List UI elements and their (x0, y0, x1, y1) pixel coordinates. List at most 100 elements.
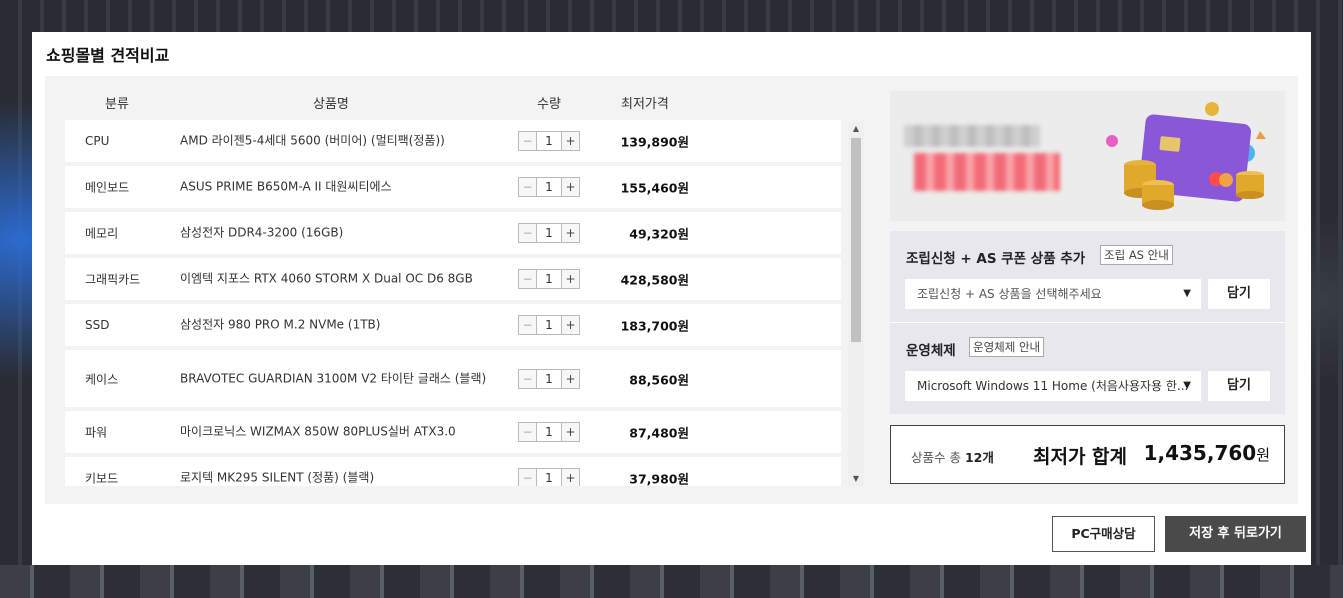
row-product-name[interactable]: 마이크로닉스 WIZMAX 850W 80PLUS실버 ATX3.0 (180, 424, 490, 441)
quantity-value[interactable]: 1 (537, 178, 561, 196)
scroll-down-arrow-icon[interactable]: ▼ (848, 472, 864, 486)
decrease-button[interactable]: − (519, 369, 537, 388)
increase-button[interactable]: + (561, 224, 579, 242)
os-info-badge[interactable]: 운영체제 안내 (969, 337, 1045, 357)
quantity-value[interactable]: 1 (537, 469, 561, 486)
quantity-value[interactable]: 1 (537, 224, 561, 242)
decrease-button[interactable]: − (519, 316, 537, 334)
quantity-stepper: −1 + (518, 177, 580, 197)
option-divider (890, 322, 1285, 323)
decrease-button[interactable]: − (519, 270, 537, 288)
os-select-value: Microsoft Windows 11 Home (처음사용자용 한... (917, 379, 1189, 393)
assembly-info-badge[interactable]: 조립 AS 안내 (1100, 245, 1173, 265)
col-price: 최저가격 (621, 97, 669, 112)
increase-button[interactable]: + (561, 270, 579, 288)
increase-button[interactable]: + (561, 316, 579, 334)
row-product-name[interactable]: 로지텍 MK295 SILENT (정품) (블랙) (180, 470, 490, 487)
list-scrollbar[interactable]: ▲ ▼ (848, 122, 864, 486)
total-summary: 상품수 총 12개 최저가 합계 1,435,760원 (890, 425, 1285, 484)
total-label: 최저가 합계 (1033, 446, 1128, 468)
decrease-button[interactable]: − (519, 224, 537, 242)
row-product-name[interactable]: ASUS PRIME B650M-A II 대원씨티에스 (180, 179, 490, 196)
row-product-name[interactable]: AMD 라이젠5-4세대 5600 (버미어) (멀티팩(정품)) (180, 133, 490, 150)
row-price: 428,580원 (620, 272, 689, 288)
increase-button[interactable]: + (561, 178, 579, 196)
total-sum-value: 1,435,760 (1143, 441, 1257, 465)
option-box: 조립신청 + AS 쿠폰 상품 추가 조립 AS 안내 조립신청 + AS 상품… (890, 231, 1285, 414)
content-panel: 분류 상품명 수량 최저가격 CPU AMD 라이젠5-4세대 5600 (버미어… (45, 76, 1298, 504)
row-price: 49,320원 (629, 226, 689, 242)
row-price: 37,980원 (629, 471, 689, 487)
row-product-name[interactable]: BRAVOTEC GUARDIAN 3100M V2 타이탄 글래스 (블랙) (180, 370, 490, 387)
credit-card-coins-icon (1106, 102, 1266, 210)
decrease-button[interactable]: − (519, 423, 537, 441)
table-row: 키보드 로지텍 MK295 SILENT (정품) (블랙) −1 +37,980원 (65, 457, 841, 486)
assembly-title: 조립신청 + AS 쿠폰 상품 추가 (906, 251, 1086, 267)
quantity-value[interactable]: 1 (537, 370, 561, 388)
row-price: 183,700원 (620, 318, 689, 334)
row-price: 88,560원 (629, 372, 689, 387)
table-row: 케이스 BRAVOTEC GUARDIAN 3100M V2 타이탄 글래스 (블… (65, 350, 841, 407)
scroll-up-arrow-icon[interactable]: ▲ (848, 122, 864, 136)
dropdown-arrow-icon: ▼ (1183, 380, 1191, 391)
os-add-button[interactable]: 담기 (1208, 371, 1270, 401)
row-price: 139,890원 (620, 134, 689, 150)
increase-button[interactable]: + (561, 423, 579, 441)
row-category: 그래픽카드 (85, 272, 141, 287)
quantity-value[interactable]: 1 (537, 270, 561, 288)
col-category: 분류 (105, 97, 129, 112)
quantity-value[interactable]: 1 (537, 423, 561, 441)
row-category: SSD (85, 318, 110, 332)
quote-compare-modal: 쇼핑몰별 견적비교 분류 상품명 수량 최저가격 CPU AMD 라이젠5-4세대… (32, 32, 1311, 565)
table-row: SSD 삼성전자 980 PRO M.2 NVMe (1TB) −1 +183,700… (65, 304, 841, 346)
decrease-button[interactable]: − (519, 469, 537, 486)
quantity-stepper: −1 + (518, 368, 580, 389)
assembly-select[interactable]: 조립신청 + AS 상품을 선택해주세요 ▼ (905, 279, 1201, 309)
quantity-stepper: −1 + (518, 223, 580, 243)
row-category: 케이스 (85, 372, 119, 386)
quantity-value[interactable]: 1 (537, 132, 561, 150)
row-product-name[interactable]: 이엠텍 지포스 RTX 4060 STORM X Dual OC D6 8GB (180, 271, 490, 288)
table-row: 메모리 삼성전자 DDR4-3200 (16GB) −1 +49,320원 (65, 212, 841, 254)
increase-button[interactable]: + (561, 369, 579, 388)
assembly-select-placeholder: 조립신청 + AS 상품을 선택해주세요 (917, 287, 1102, 301)
blurred-promo-highlight (914, 153, 1060, 191)
row-category: 파워 (85, 425, 108, 440)
decrease-button[interactable]: − (519, 132, 537, 150)
quantity-stepper: −1 + (518, 422, 580, 442)
row-product-name[interactable]: 삼성전자 DDR4-3200 (16GB) (180, 225, 490, 242)
quantity-value[interactable]: 1 (537, 316, 561, 334)
quantity-stepper: −1 + (518, 468, 580, 486)
scroll-thumb[interactable] (851, 138, 861, 342)
row-product-name[interactable]: 삼성전자 980 PRO M.2 NVMe (1TB) (180, 317, 490, 334)
quantity-stepper: −1 + (518, 131, 580, 151)
item-count: 상품수 총 12개 (911, 447, 994, 466)
list-header: 분류 상품명 수량 최저가격 (45, 76, 865, 124)
total-sum: 1,435,760원 (1144, 441, 1270, 465)
item-count-value: 12개 (964, 450, 994, 465)
assembly-add-button[interactable]: 담기 (1208, 279, 1270, 309)
increase-button[interactable]: + (561, 469, 579, 486)
increase-button[interactable]: + (561, 132, 579, 150)
quantity-stepper: −1 + (518, 315, 580, 335)
save-back-button[interactable]: 저장 후 뒤로가기 (1165, 516, 1306, 552)
table-row: CPU AMD 라이젠5-4세대 5600 (버미어) (멀티팩(정품)) −1 +1… (65, 120, 841, 162)
os-title: 운영체제 (906, 343, 956, 359)
row-category: CPU (85, 134, 110, 148)
dropdown-arrow-icon: ▼ (1183, 288, 1191, 299)
item-count-prefix: 상품수 총 (911, 450, 961, 465)
promo-banner[interactable] (890, 91, 1285, 221)
background-strip (0, 565, 1343, 598)
modal-title: 쇼핑몰별 견적비교 (46, 46, 170, 65)
row-price: 87,480원 (629, 425, 689, 441)
product-list[interactable]: CPU AMD 라이젠5-4세대 5600 (버미어) (멀티팩(정품)) −1 +1… (65, 120, 841, 486)
decrease-button[interactable]: − (519, 178, 537, 196)
row-price: 155,460원 (620, 180, 689, 196)
row-category: 메인보드 (85, 180, 130, 195)
col-quantity: 수량 (537, 97, 561, 112)
total-sum-unit: 원 (1256, 446, 1270, 464)
pc-consult-button[interactable]: PC구매상담 (1052, 516, 1155, 552)
os-select[interactable]: Microsoft Windows 11 Home (처음사용자용 한... ▼ (905, 371, 1201, 401)
table-row: 메인보드 ASUS PRIME B650M-A II 대원씨티에스 −1 +155,4… (65, 166, 841, 208)
row-category: 메모리 (85, 226, 119, 241)
